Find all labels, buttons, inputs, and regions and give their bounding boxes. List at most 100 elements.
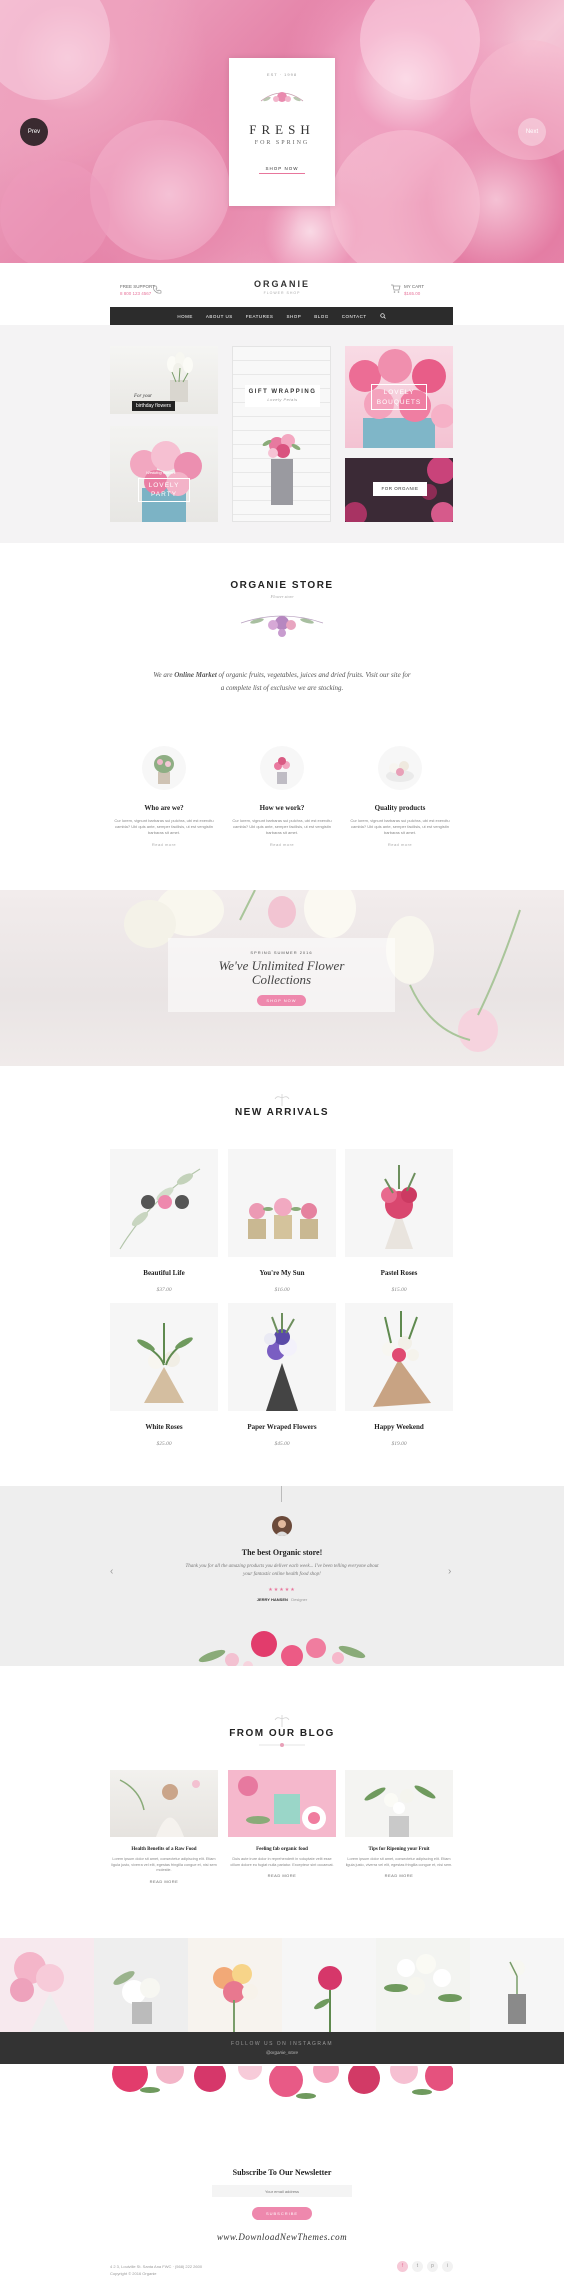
- blog-post-image: [345, 1770, 453, 1837]
- intro-highlight: Online Market: [174, 671, 217, 679]
- support-phone[interactable]: 8 800 123 4567: [120, 290, 155, 297]
- promo-box: SPRING SUMMER 2016 We've Unlimited Flowe…: [168, 938, 395, 1012]
- feature-who-read-more[interactable]: Read more: [114, 842, 214, 847]
- product-price: $25.00: [156, 1441, 172, 1447]
- testimonial-title: The best Organic store!: [241, 1548, 323, 1557]
- next-slide-button[interactable]: Next: [518, 118, 546, 146]
- watermark-text: www.DownloadNewThemes.com: [216, 2232, 348, 2241]
- banner-birthday-label: birthday flowers: [132, 401, 176, 411]
- blog-post-title[interactable]: Feeling fab organic food: [228, 1847, 336, 1852]
- product-card[interactable]: You're My Sun $16.00: [228, 1149, 336, 1293]
- peony-bloom: [330, 130, 480, 263]
- promo-shop-button[interactable]: SHOP NOW: [257, 995, 306, 1006]
- blog-post-title[interactable]: Tips for Ripening your Fruit: [345, 1847, 453, 1852]
- product-card[interactable]: Beautiful Life $37.00: [110, 1149, 218, 1293]
- feature-how-read-more[interactable]: Read more: [232, 842, 332, 847]
- nav-about[interactable]: ABOUT US: [206, 314, 233, 319]
- banner-lovely-bouquets[interactable]: LOVELY BOUQUETS: [345, 346, 453, 448]
- feature-quality-read-more[interactable]: Read more: [350, 842, 450, 847]
- banner-lovely-party[interactable]: Wedding flowers LOVELY PARTY: [110, 426, 218, 522]
- nav-blog[interactable]: BLOG: [314, 314, 329, 319]
- newsletter-email-input[interactable]: [212, 2185, 352, 2197]
- nav-features[interactable]: FEATURES: [246, 314, 274, 319]
- product-card[interactable]: Happy Weekend $19.00: [345, 1303, 453, 1447]
- product-card[interactable]: Paper Wraped Flowers $45.00: [228, 1303, 336, 1447]
- instagram-photo[interactable]: [188, 1938, 282, 2033]
- product-image: [345, 1149, 453, 1257]
- instagram-gallery: [0, 1938, 564, 2033]
- blog-read-more-link[interactable]: READ MORE: [110, 1879, 218, 1884]
- search-icon[interactable]: [379, 313, 386, 319]
- avatar: [272, 1516, 292, 1536]
- prev-slide-button[interactable]: Prev: [20, 118, 48, 146]
- product-name[interactable]: Beautiful Life: [110, 1269, 218, 1277]
- logo[interactable]: ORGANIE FLOWER SHOP: [248, 279, 316, 295]
- feature-who-image: [142, 746, 186, 790]
- instagram-photo[interactable]: [282, 1938, 376, 2033]
- product-image: [110, 1303, 218, 1411]
- product-image: [345, 1303, 453, 1411]
- wrapped-bouquet-illustration: [264, 1313, 298, 1411]
- product-image: [228, 1303, 336, 1411]
- banner-gift-wrapping[interactable]: GIFT WRAPPING Lovely Petals: [232, 346, 331, 522]
- nav-contact[interactable]: CONTACT: [342, 314, 367, 319]
- twitter-icon[interactable]: t: [412, 2261, 423, 2272]
- wishlist-heart-icon[interactable]: [175, 1195, 189, 1209]
- blog-post-excerpt: Lorem ipsum dolor sit amet, consectetur …: [345, 1857, 453, 1867]
- product-price: $19.00: [391, 1441, 407, 1447]
- facebook-icon[interactable]: f: [397, 2261, 408, 2272]
- add-to-cart-icon[interactable]: [158, 1195, 172, 1209]
- white-lilies-bunch-illustration: [384, 1954, 462, 2002]
- plant-pot-icon: [154, 755, 174, 784]
- newsletter-subscribe-button[interactable]: SUBSCRIBE: [251, 2207, 313, 2220]
- footer-info: 4 2 3, Louiville St. Santa Ana FWC · (56…: [110, 2263, 202, 2277]
- nav-home[interactable]: HOME: [177, 314, 193, 319]
- mixed-bouquet-illustration: [213, 1964, 258, 2033]
- blog-post-title[interactable]: Health Benefits of a Raw Food: [110, 1847, 218, 1852]
- blog-read-more-link[interactable]: READ MORE: [228, 1873, 336, 1878]
- cart-icon[interactable]: [390, 283, 401, 294]
- footer-copyright: Copyright © 2016 Organie: [110, 2271, 157, 2276]
- pinterest-icon[interactable]: p: [427, 2261, 438, 2272]
- product-name[interactable]: You're My Sun: [228, 1269, 336, 1277]
- peony-bloom: [360, 0, 480, 100]
- intro-part-a: We are: [153, 671, 175, 679]
- blog-post-card[interactable]: Health Benefits of a Raw Food Lorem ipsu…: [110, 1770, 218, 1884]
- feature-how: How we work? Cur lorem, vignunt barbaras…: [232, 746, 332, 847]
- newsletter-section: Subscribe To Our Newsletter SUBSCRIBE ww…: [0, 2066, 564, 2241]
- pink-bouquet-illustration: [10, 1952, 70, 2033]
- ranunculus-garland-illustration: [198, 1631, 366, 1666]
- product-name[interactable]: Pastel Roses: [345, 1269, 453, 1277]
- product-card[interactable]: Pastel Roses $15.00: [345, 1149, 453, 1293]
- nav-shop[interactable]: SHOP: [286, 314, 301, 319]
- banner-for-organie[interactable]: FOR ORGANIE: [345, 458, 453, 522]
- product-price: $15.00: [391, 1287, 407, 1293]
- feature-how-text: Cur lorem, vignunt barbaras sui pulchra,…: [232, 818, 332, 835]
- quick-view-icon[interactable]: [141, 1195, 155, 1209]
- blog-post-card[interactable]: Feeling fab organic food Duis aute irure…: [228, 1770, 336, 1878]
- instagram-photo[interactable]: [94, 1938, 188, 2033]
- testimonial-author: JERRY HANSEN: [256, 1597, 288, 1602]
- testimonial-next-arrow[interactable]: ›: [448, 1566, 451, 1577]
- banner-birthday[interactable]: For your birthday flowers: [110, 346, 218, 414]
- blog-post-card[interactable]: Tips for Ripening your Fruit Lorem ipsum…: [345, 1770, 453, 1878]
- instagram-bar[interactable]: FOLLOW US ON INSTAGRAM @organie_store: [0, 2032, 564, 2064]
- product-name[interactable]: Paper Wraped Flowers: [228, 1423, 336, 1431]
- instagram-photo[interactable]: [470, 1938, 564, 2033]
- testimonial-prev-arrow[interactable]: ‹: [110, 1566, 113, 1577]
- product-name[interactable]: Happy Weekend: [345, 1423, 453, 1431]
- instagram-handle[interactable]: @organie_store: [0, 2050, 564, 2055]
- instagram-photo[interactable]: [0, 1938, 94, 2033]
- product-name[interactable]: White Roses: [110, 1423, 218, 1431]
- instagram-icon[interactable]: i: [442, 2261, 453, 2272]
- gift-bouquet-illustration: [262, 434, 301, 505]
- blog-post-excerpt: Duis aute irure dolor in reprehenderit i…: [230, 1857, 334, 1867]
- blog-read-more-link[interactable]: READ MORE: [345, 1873, 453, 1878]
- promo-banner: SPRING SUMMER 2016 We've Unlimited Flowe…: [0, 890, 564, 1066]
- product-card[interactable]: White Roses $25.00: [110, 1303, 218, 1447]
- testimonial-section: The best Organic store! Thank you for al…: [0, 1486, 564, 1666]
- product-price: $37.00: [156, 1287, 172, 1293]
- cart-info[interactable]: MY CART $165.00: [404, 283, 424, 297]
- instagram-photo[interactable]: [376, 1938, 470, 2033]
- hero-shop-now-link[interactable]: SHOP NOW: [259, 166, 305, 174]
